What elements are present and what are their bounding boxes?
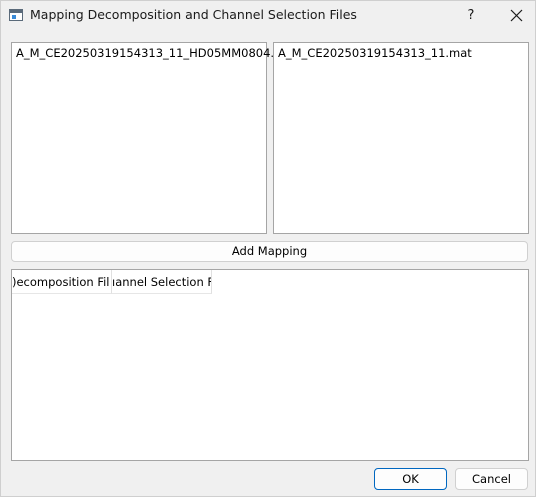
column-header-channel-selection-files[interactable]: ıannel Selection F	[112, 270, 212, 294]
column-header-channel-selection-label: ıannel Selection F	[112, 275, 212, 289]
help-button[interactable]: ?	[457, 3, 485, 29]
mapping-table[interactable]: )ecomposition Fil ıannel Selection F	[11, 269, 529, 461]
close-button[interactable]	[501, 3, 531, 29]
app-icon-pane	[12, 15, 16, 19]
add-mapping-button[interactable]: Add Mapping	[11, 241, 528, 262]
mapping-table-header: )ecomposition Fil ıannel Selection F	[12, 270, 212, 294]
window-title: Mapping Decomposition and Channel Select…	[30, 7, 357, 22]
decomposition-file-item[interactable]: A_M_CE20250319154313_11_HD05MM0804.pkl	[16, 46, 291, 60]
app-window-icon	[9, 9, 23, 21]
cancel-button[interactable]: Cancel	[455, 468, 528, 490]
ok-button[interactable]: OK	[374, 468, 447, 490]
title-bar[interactable]: Mapping Decomposition and Channel Select…	[1, 1, 535, 31]
channel-selection-files-list[interactable]: A_M_CE20250319154313_11.mat	[273, 42, 529, 234]
column-header-decomposition-files[interactable]: )ecomposition Fil	[12, 270, 112, 294]
column-header-decomposition-label: )ecomposition Fil	[12, 275, 110, 289]
channel-selection-file-item[interactable]: A_M_CE20250319154313_11.mat	[278, 46, 472, 60]
close-icon	[510, 9, 523, 22]
dialog-window: Mapping Decomposition and Channel Select…	[0, 0, 536, 497]
decomposition-files-list[interactable]: A_M_CE20250319154313_11_HD05MM0804.pkl	[11, 42, 291, 234]
app-icon-bar	[10, 10, 22, 13]
